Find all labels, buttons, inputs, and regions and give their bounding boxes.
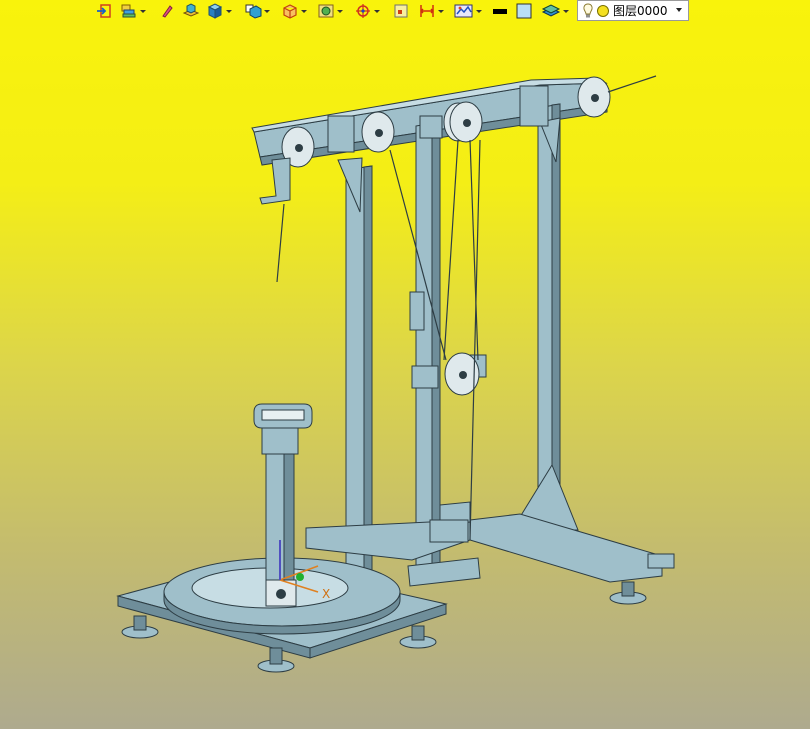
layer-manager-button[interactable] <box>120 1 146 21</box>
pencil-icon <box>162 5 173 18</box>
display-settings-icon <box>454 4 473 18</box>
gantry-frame-model <box>251 75 675 605</box>
shaded-view-button[interactable] <box>244 1 270 21</box>
solid-box-icon <box>207 3 223 19</box>
line-color-swatch <box>493 9 507 14</box>
snap-target-button[interactable] <box>354 1 380 21</box>
solid-box-button[interactable] <box>206 1 232 21</box>
3d-viewport[interactable]: .b { fill: #9fbfca; stroke: #2d3d44; str… <box>0 22 810 729</box>
extrude-icon <box>182 3 200 17</box>
main-toolbar: 图层0000 <box>0 0 810 22</box>
exit-sketch-button[interactable] <box>96 1 112 21</box>
render-mode-icon <box>318 4 334 18</box>
line-color-button[interactable] <box>492 1 508 21</box>
exit-sketch-icon <box>97 4 111 18</box>
chevron-down-icon <box>301 9 307 13</box>
layer-name: 图层0000 <box>613 4 668 18</box>
pulley-top-right <box>577 76 611 118</box>
layer-manager-icon <box>121 4 136 18</box>
pulley-top-mid <box>361 111 395 153</box>
dimension-button[interactable] <box>418 1 444 21</box>
chevron-down-icon <box>563 9 569 13</box>
chevron-down-icon <box>226 9 232 13</box>
chevron-down-icon <box>438 9 444 13</box>
wireframe-view-icon <box>283 4 297 19</box>
point-button[interactable] <box>393 1 409 21</box>
chevron-down-icon <box>374 9 380 13</box>
display-settings-button[interactable] <box>454 1 482 21</box>
chevron-down-icon[interactable] <box>676 8 682 12</box>
chevron-down-icon <box>476 9 482 13</box>
svg-text:X: X <box>322 587 330 601</box>
chevron-down-icon <box>264 9 270 13</box>
layer-state-icon <box>597 4 609 17</box>
shaded-view-icon <box>245 4 262 19</box>
snap-target-icon <box>356 4 370 18</box>
lightbulb-icon <box>583 2 593 17</box>
point-icon <box>394 4 408 18</box>
pulley-top-center <box>443 101 483 143</box>
extrude-button[interactable] <box>182 1 200 21</box>
layer-select[interactable]: 图层0000 <box>577 0 689 21</box>
fill-color-button[interactable] <box>516 1 533 21</box>
dimension-icon <box>419 5 435 17</box>
wireframe-view-button[interactable] <box>281 1 307 21</box>
layer-stack-button[interactable] <box>541 1 569 21</box>
chevron-down-icon <box>337 9 343 13</box>
pencil-button[interactable] <box>160 1 174 21</box>
render-mode-button[interactable] <box>317 1 343 21</box>
chevron-down-icon <box>140 9 146 13</box>
layer-stack-icon <box>541 4 561 17</box>
fill-color-swatch <box>516 3 532 19</box>
